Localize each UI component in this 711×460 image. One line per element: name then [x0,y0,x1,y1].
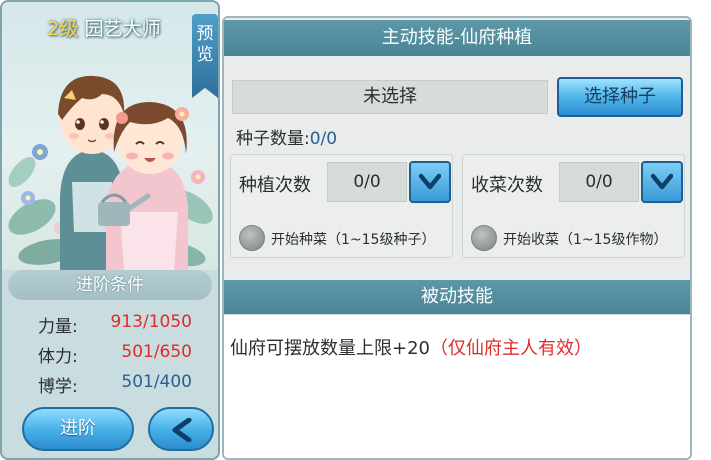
start-harvest-label: 开始收菜（1~15级作物） [503,232,668,248]
plant-count-label: 种植次数 [239,175,311,196]
chevron-down-icon [419,173,441,190]
start-planting-option[interactable]: 开始种菜（1~15级种子） [239,225,453,251]
character-portrait [2,2,218,270]
chevron-down-icon [651,173,673,190]
select-seed-button[interactable]: 选择种子 [557,77,683,117]
plant-count-dropdown[interactable] [409,161,451,203]
seed-count-value: 0/0 [309,129,338,149]
gardener-couple-illustration [8,75,213,270]
level-title: 2级 园艺大师 [14,14,194,41]
harvest-count-label: 收菜次数 [471,175,543,196]
back-button[interactable] [148,407,214,451]
preview-button[interactable]: 预 览 [192,14,218,98]
passive-effect-note: （仅仙府主人有效） [430,338,592,359]
harvest-section: 收菜次数 0/0 开始收菜（1~15级作物） [462,154,685,258]
chevron-left-icon [172,418,192,442]
stat-label: 体力: [38,347,78,367]
advance-conditions-header: 进阶条件 [8,270,212,300]
seed-count-label: 种子数量: [236,129,310,149]
preview-char-2: 览 [196,45,214,65]
stat-row-strength: 力量: 913/1050 [2,308,218,338]
plant-count-field[interactable]: 0/0 [327,162,407,202]
seed-count: 种子数量:0/0 [236,124,337,149]
selected-seed-field: 未选择 [232,80,548,114]
stat-row-stamina: 体力: 501/650 [2,338,218,368]
radio-button[interactable] [239,225,265,251]
planting-section: 种植次数 0/0 开始种菜（1~15级种子） [230,154,453,258]
stat-value: 501/650 [121,342,192,362]
harvest-count-field[interactable]: 0/0 [559,162,639,202]
radio-button[interactable] [471,225,497,251]
skill-panel: 主动技能-仙府种植 未选择 选择种子 种子数量:0/0 种植次数 0/0 开始种… [222,16,692,460]
stat-label: 博学: [38,377,78,397]
stat-label: 力量: [38,317,78,337]
character-panel: 2级 园艺大师 预 览 进阶条件 力量: 913/1050 体力: 501/65… [0,0,220,460]
advance-button[interactable]: 进阶 [22,407,134,451]
passive-skill-header: 被动技能 [224,280,690,314]
stat-value: 501/400 [121,372,192,392]
stat-row-knowledge: 博学: 501/400 [2,368,218,398]
preview-char-1: 预 [196,24,214,44]
level-number: 2级 [47,18,79,40]
active-skill-header: 主动技能-仙府种植 [224,20,690,56]
stat-value: 913/1050 [110,312,192,332]
passive-effect-text: 仙府可摆放数量上限+20 [230,338,430,359]
start-planting-label: 开始种菜（1~15级种子） [271,232,436,248]
rank-title: 园艺大师 [84,18,161,40]
start-harvest-option[interactable]: 开始收菜（1~15级作物） [471,225,685,251]
harvest-count-dropdown[interactable] [641,161,683,203]
passive-skill-effect: 仙府可摆放数量上限+20（仅仙府主人有效） [230,334,592,360]
